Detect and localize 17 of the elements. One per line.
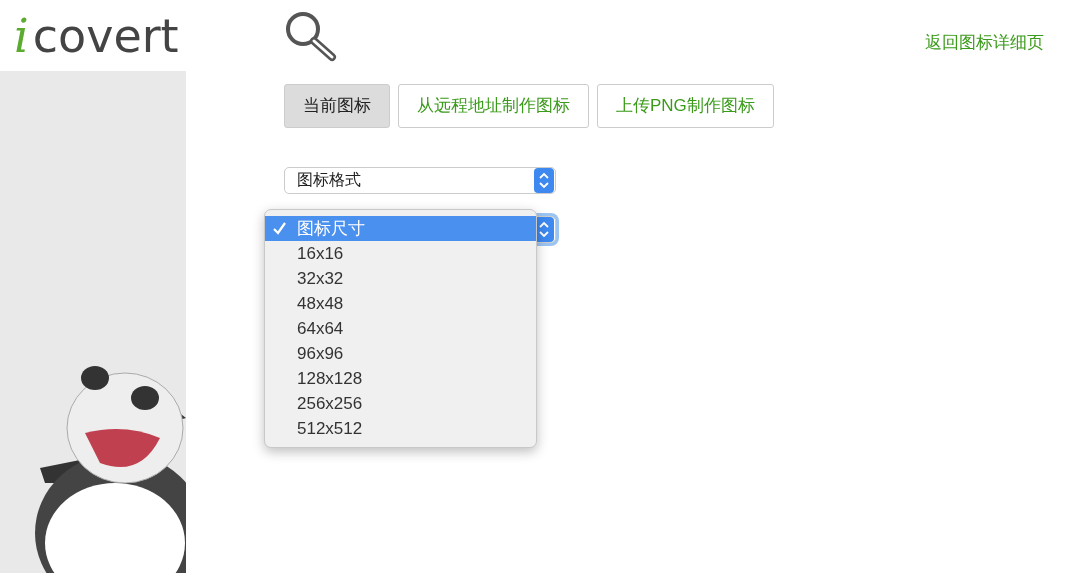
logo: icovert bbox=[13, 7, 180, 65]
dropdown-option[interactable]: 16x16 bbox=[265, 240, 536, 266]
tab[interactable]: 上传PNG制作图标 bbox=[597, 84, 774, 128]
dropdown-option[interactable]: 96x96 bbox=[265, 340, 536, 366]
search-icon[interactable] bbox=[284, 10, 338, 62]
check-icon bbox=[273, 221, 286, 235]
dropdown-option[interactable]: 48x48 bbox=[265, 290, 536, 316]
dropdown-option[interactable]: 64x64 bbox=[265, 315, 536, 341]
dropdown-option[interactable]: 512x512 bbox=[265, 415, 536, 441]
dropdown-option[interactable]: 256x256 bbox=[265, 390, 536, 416]
stepper-arrows-icon bbox=[534, 167, 554, 193]
tab[interactable]: 当前图标 bbox=[284, 84, 390, 128]
format-select[interactable]: 图标格式 bbox=[284, 166, 556, 194]
dropdown-option[interactable]: 128x128 bbox=[265, 365, 536, 391]
tab[interactable]: 从远程地址制作图标 bbox=[398, 84, 589, 128]
back-link[interactable]: 返回图标详细页 bbox=[925, 30, 1044, 56]
dropdown-option[interactable]: 32x32 bbox=[265, 265, 536, 291]
